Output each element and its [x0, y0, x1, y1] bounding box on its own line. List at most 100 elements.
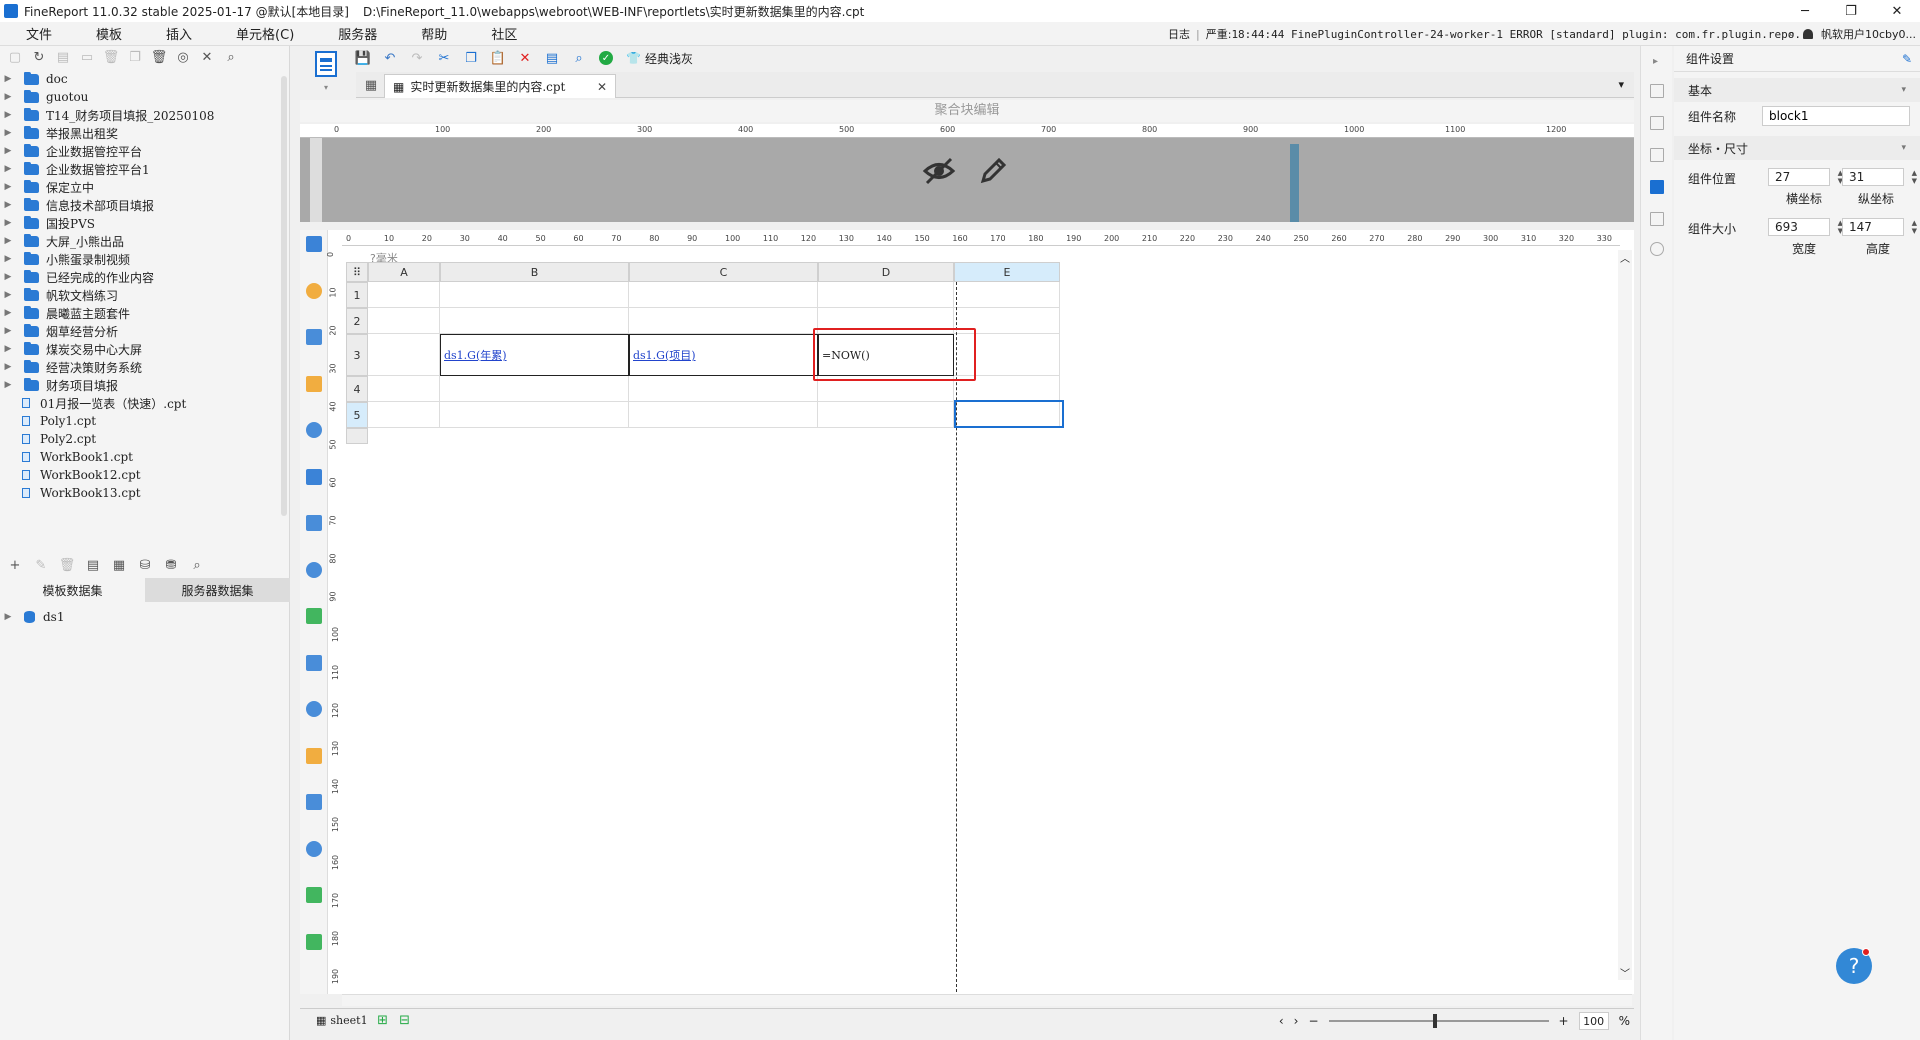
bubble-chart-icon[interactable] — [306, 654, 322, 671]
area-chart-icon[interactable] — [306, 468, 322, 485]
cell-a4[interactable] — [368, 376, 440, 402]
component-settings-icon[interactable] — [1650, 180, 1664, 194]
zoom-slider[interactable] — [1328, 1014, 1549, 1028]
zoom-value[interactable]: 100 — [1578, 1012, 1609, 1030]
funnel-chart-icon[interactable] — [306, 933, 322, 950]
gis-map-icon[interactable] — [306, 840, 322, 857]
tab-template-dataset[interactable]: 模板数据集 — [0, 578, 145, 602]
map-chart-icon[interactable] — [306, 794, 322, 810]
hide-icon[interactable] — [922, 156, 956, 186]
section-coord-size[interactable]: 坐标・尺寸 ▾ — [1674, 136, 1920, 160]
close-tab-icon[interactable]: ✕ — [597, 80, 607, 94]
row-header-extra[interactable] — [346, 428, 368, 444]
cell-b4[interactable] — [440, 376, 629, 402]
table-chart-icon[interactable] — [306, 236, 322, 252]
expand-arrow-icon[interactable]: ▶ — [2, 380, 14, 390]
expand-arrow-icon[interactable]: ▶ — [2, 326, 14, 336]
expand-arrow-icon[interactable]: ▶ — [2, 128, 14, 138]
tree-folder-item[interactable]: ▶ 烟草经营分析 — [0, 322, 282, 340]
expand-arrow-icon[interactable]: ▶ — [2, 290, 14, 300]
cell-element-icon[interactable] — [1650, 116, 1664, 130]
tree-folder-item[interactable]: ▶ 帆软文档练习 — [0, 286, 282, 304]
height-input[interactable]: 147 ▲ ▼ — [1842, 218, 1917, 236]
bar-chart-icon[interactable] — [306, 329, 322, 345]
tree-file-item[interactable]: WorkBook1.cpt — [0, 448, 282, 466]
tree-file-item[interactable]: 01月报一览表（快速）.cpt — [0, 394, 282, 412]
cell-a3[interactable] — [368, 334, 440, 376]
save-icon[interactable]: 💾 — [355, 51, 371, 66]
delete-icon[interactable]: ✕ — [518, 51, 532, 66]
y-position-input[interactable]: 31 ▲ ▼ — [1842, 168, 1917, 186]
template-style-button[interactable]: 👕 经典浅灰 — [626, 50, 693, 67]
vertical-scrollbar[interactable]: ︿ ﹀ — [1618, 250, 1632, 980]
rename-icon[interactable]: ▭ — [80, 50, 94, 65]
cell-d5[interactable] — [818, 402, 954, 428]
tree-folder-item[interactable]: ▶ 大屏_小熊出品 — [0, 232, 282, 250]
new-folder-icon[interactable]: ▢ — [8, 50, 22, 65]
list-item[interactable]: ▶ ds1 — [0, 608, 290, 626]
search-icon[interactable]: ⌕ — [224, 50, 238, 65]
delete-icon[interactable]: 🗑 — [103, 50, 120, 65]
help-button[interactable]: ? — [1836, 948, 1872, 984]
tree-folder-item[interactable]: ▶ doc — [0, 70, 282, 88]
menu-insert[interactable]: 插入 — [140, 24, 210, 43]
menu-cell[interactable]: 单元格(C) — [210, 24, 312, 43]
menu-help[interactable]: 帮助 — [395, 24, 465, 43]
block-preview[interactable] — [300, 138, 1634, 222]
col-header-c[interactable]: C — [629, 262, 818, 282]
delete-icon[interactable]: 🗑 — [59, 558, 76, 573]
trash-icon[interactable]: 🗑 — [151, 50, 168, 65]
expand-arrow-icon[interactable]: ▶ — [2, 146, 14, 156]
minimize-button[interactable]: ─ — [1782, 0, 1828, 22]
col-header-a[interactable]: A — [368, 262, 440, 282]
cell-e1[interactable] — [954, 282, 1060, 308]
cell-a1[interactable] — [368, 282, 440, 308]
row-header-2[interactable]: 2 — [346, 308, 368, 334]
tree-file-item[interactable]: WorkBook13.cpt — [0, 484, 282, 502]
hyperlink-icon[interactable] — [1650, 242, 1664, 256]
component-name-input[interactable] — [1762, 106, 1910, 126]
user-name[interactable]: 帆软用户10cby0... — [1821, 26, 1916, 42]
scatter-chart-icon[interactable] — [306, 608, 322, 624]
dataset-preview-icon[interactable]: ▦ — [112, 558, 126, 573]
copy-icon[interactable]: ❐ — [128, 50, 142, 65]
tree-folder-item[interactable]: ▶ 举报黑出租奖 — [0, 124, 282, 142]
expand-arrow-icon[interactable]: ▶ — [2, 110, 14, 120]
expand-arrow-icon[interactable]: ▶ — [2, 254, 14, 264]
menu-server[interactable]: 服务器 — [312, 24, 395, 43]
expand-arrow-icon[interactable]: ▶ — [2, 218, 14, 228]
zoom-out-button[interactable]: − — [1308, 1014, 1318, 1028]
check-icon[interactable]: ✓ — [599, 51, 613, 65]
section-basic[interactable]: 基本 ▾ — [1674, 78, 1920, 102]
row-header-4[interactable]: 4 — [346, 376, 368, 402]
menu-file[interactable]: 文件 — [0, 24, 70, 43]
expand-arrow-icon[interactable]: ▶ — [2, 74, 14, 84]
col-header-b[interactable]: B — [440, 262, 629, 282]
cell-c2[interactable] — [629, 308, 818, 334]
col-header-e[interactable]: E — [954, 262, 1060, 282]
cell-a5[interactable] — [368, 402, 440, 428]
radar-chart-icon[interactable] — [306, 561, 322, 578]
combo-chart-icon[interactable] — [306, 701, 322, 717]
undo-icon[interactable]: ↶ — [383, 51, 397, 66]
edit-icon[interactable]: ✎ — [34, 558, 48, 573]
edit-icon[interactable] — [978, 156, 1008, 186]
close-button[interactable]: ✕ — [1874, 0, 1920, 22]
horizontal-bar-chart-icon[interactable] — [306, 375, 322, 392]
preview-icon[interactable]: ▤ — [545, 51, 559, 66]
tree-folder-item[interactable]: ▶ 企业数据管控平台 — [0, 142, 282, 160]
horizontal-scrollbar[interactable] — [342, 994, 1632, 1006]
tree-folder-item[interactable]: ▶ 企业数据管控平台1 — [0, 160, 282, 178]
search-icon[interactable]: ⌕ — [190, 558, 204, 573]
tree-folder-item[interactable]: ▶ 国投PVS — [0, 214, 282, 232]
expand-arrow-icon[interactable]: ▶ — [2, 92, 14, 102]
tree-file-item[interactable]: WorkBook12.cpt — [0, 466, 282, 484]
expand-arrow-icon[interactable]: ▶ — [2, 344, 14, 354]
server-dataset-icon[interactable]: ⛃ — [164, 558, 178, 573]
expand-arrow-icon[interactable]: ▶ — [2, 612, 14, 622]
next-sheet-icon[interactable]: › — [1294, 1014, 1299, 1028]
pie-chart-icon[interactable] — [306, 282, 322, 299]
menu-template[interactable]: 模板 — [70, 24, 140, 43]
maximize-button[interactable]: ❐ — [1828, 0, 1874, 22]
grid-icon[interactable]: ▦ — [364, 78, 378, 93]
